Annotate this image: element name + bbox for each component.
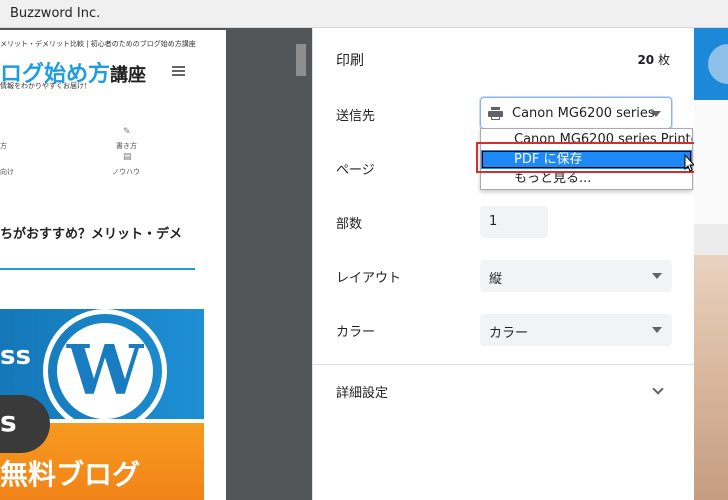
color-select[interactable]: カラー (480, 314, 672, 346)
color-label: カラー (336, 325, 376, 340)
copies-value: 1 (489, 214, 498, 229)
chevron-down-icon (652, 273, 662, 279)
preview-breadcrumb: メリット・デメリット比較 | 初心者のためのブログ始め方講座 (0, 40, 196, 48)
sheet-count: 20 枚 (637, 51, 670, 68)
layout-label: レイアウト (336, 271, 402, 286)
chevron-down-icon (652, 327, 662, 333)
more-settings-toggle[interactable]: 詳細設定 (336, 382, 388, 401)
window-title: Buzzword Inc. (10, 6, 101, 21)
window-titlebar: Buzzword Inc. (0, 0, 728, 28)
preview-nav-item: 方 (0, 142, 7, 150)
preview-scrollbar-thumb[interactable] (296, 44, 306, 76)
background-page-photo (694, 255, 728, 500)
preview-nav-item: 書き方 (116, 142, 137, 150)
preview-banner-mid-text: s (0, 405, 17, 438)
printer-icon (488, 107, 503, 120)
copies-label: 部数 (336, 217, 363, 232)
preview-page: メリット・デメリット比較 | 初心者のためのブログ始め方講座 ログ始め方講座 情… (0, 30, 226, 500)
destination-select[interactable]: Canon MG6200 series (480, 97, 672, 129)
pencil-icon: ✎ (123, 127, 131, 137)
print-heading: 印刷 (336, 53, 364, 69)
layout-select[interactable]: 縦 (480, 260, 672, 292)
preview-banner-bottom-text: 無料ブログ (0, 458, 141, 491)
preview-nav-item: ノウハウ (112, 168, 140, 176)
book-icon: ▤ (123, 152, 132, 162)
preview-banner-top-text: ss (0, 341, 31, 371)
layout-value: 縦 (489, 272, 503, 287)
preview-headline-underline (0, 268, 195, 270)
chevron-down-icon (651, 111, 661, 117)
preview-scrollbar[interactable] (294, 28, 308, 500)
chevron-down-icon[interactable] (652, 383, 664, 395)
menu-icon (172, 66, 185, 76)
color-value: カラー (489, 326, 529, 341)
wordpress-logo-icon: W (43, 309, 167, 419)
background-page-card (694, 100, 728, 224)
sheet-count-value: 20 (637, 53, 655, 67)
preview-headline: ちがおすすめ？メリット・デメ (0, 227, 183, 242)
destination-value: Canon MG6200 series (512, 106, 655, 121)
copies-input[interactable]: 1 (480, 206, 548, 238)
pages-label: ページ (336, 163, 375, 178)
print-settings-panel: 印刷 20 枚 送信先 Canon MG6200 series ページ 部数 1… (312, 28, 711, 500)
preview-nav-item: 向け (0, 168, 14, 176)
preview-site-title-dark: 講座 (110, 65, 147, 86)
sheet-count-unit: 枚 (657, 53, 670, 67)
highlight-annotation (476, 142, 711, 173)
destination-label: 送信先 (336, 109, 376, 124)
divider (313, 364, 695, 365)
preview-tagline: 情報をわかりやすくお届け！ (0, 82, 91, 90)
